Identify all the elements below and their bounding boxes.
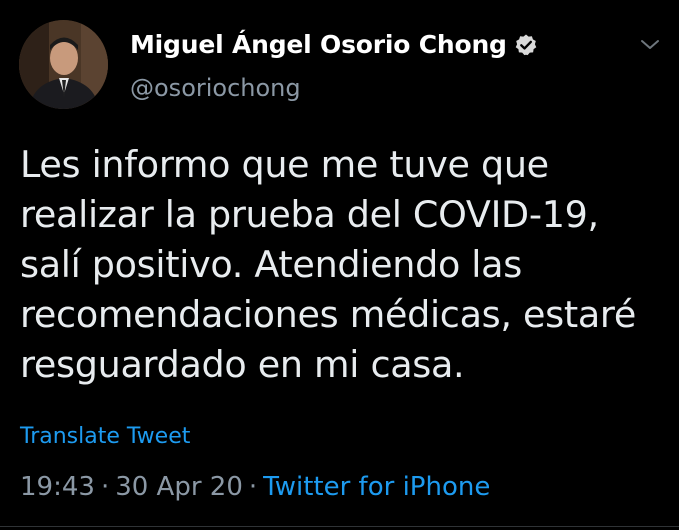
tweet-date[interactable]: 30 Apr 20 <box>115 472 243 502</box>
tweet-source[interactable]: Twitter for iPhone <box>263 472 490 502</box>
chevron-down-icon[interactable] <box>639 36 661 54</box>
meta-separator: · <box>100 472 110 502</box>
name-row: Miguel Ángel Osorio Chong <box>130 30 538 59</box>
meta-separator: · <box>248 472 258 502</box>
tweet-text: Les informo que me tuve que realizar la … <box>20 143 636 386</box>
avatar[interactable] <box>19 20 108 109</box>
user-handle[interactable]: @osoriochong <box>130 74 301 102</box>
avatar-image <box>19 20 108 109</box>
tweet-meta: 19:43 · 30 Apr 20 · Twitter for iPhone <box>20 472 490 502</box>
display-name[interactable]: Miguel Ángel Osorio Chong <box>130 30 507 59</box>
tweet-time[interactable]: 19:43 <box>20 472 95 502</box>
translate-tweet-link[interactable]: Translate Tweet <box>20 424 190 449</box>
verified-badge-icon <box>514 33 538 57</box>
tweet: Miguel Ángel Osorio Chong @osoriochong L… <box>0 0 679 530</box>
divider <box>0 526 679 527</box>
